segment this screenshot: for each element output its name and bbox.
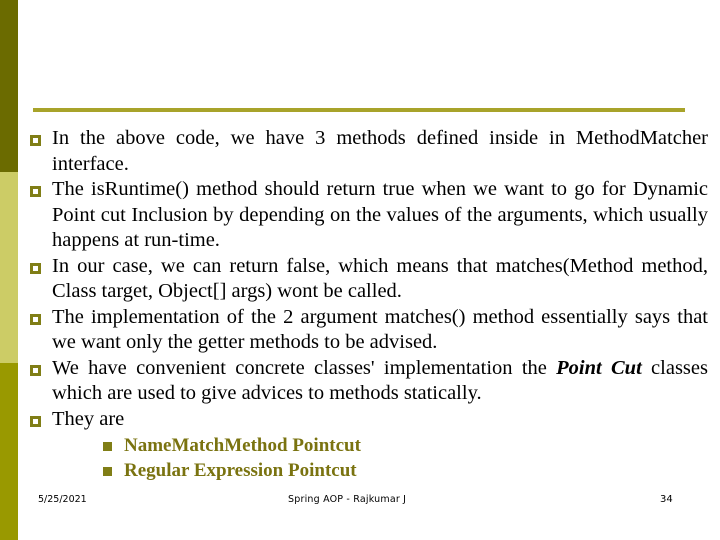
bullet-5-emphasis-text: Point Cut: [556, 356, 642, 379]
title-divider-rule: [33, 108, 685, 112]
slide-body: In the above code, we have 3 methods def…: [30, 126, 708, 483]
filled-square-bullet-icon: [103, 467, 112, 476]
bullet-item-4: The implementation of the 2 argument mat…: [30, 305, 708, 356]
sub-bullet-text-1: NameMatchMethod Pointcut: [124, 435, 361, 456]
footer-page-number: 34: [660, 494, 673, 505]
bullet-5-lead-text: We have convenient concrete classes' imp…: [52, 356, 557, 379]
sub-bullet-item-1: NameMatchMethod Pointcut: [103, 433, 708, 458]
slide-canvas: In the above code, we have 3 methods def…: [0, 0, 720, 540]
sidebar-band-bottom: [0, 363, 18, 540]
square-bullet-icon: [30, 186, 41, 197]
bullet-item-2: The isRuntime() method should return tru…: [30, 177, 708, 254]
sub-bullet-text-2: Regular Expression Pointcut: [124, 460, 357, 481]
square-bullet-icon: [30, 415, 41, 427]
sidebar-band-top: [0, 0, 18, 172]
bullet-text-5: We have convenient concrete classes' imp…: [52, 356, 708, 407]
sub-bullet-list: NameMatchMethod Pointcut Regular Express…: [30, 433, 708, 483]
bullet-item-6: They are: [30, 407, 708, 433]
footer-date: 5/25/2021: [38, 494, 87, 505]
square-bullet-icon: [30, 262, 41, 274]
footer-title: Spring AOP - Rajkumar J: [288, 494, 407, 505]
square-bullet-icon: [30, 313, 41, 325]
bullet-text-2: The isRuntime() method should return tru…: [52, 178, 708, 251]
bullet-item-1: In the above code, we have 3 methods def…: [30, 126, 708, 177]
filled-square-bullet-icon: [103, 442, 112, 451]
sidebar-decoration: [0, 0, 18, 540]
bullet-item-5: We have convenient concrete classes' imp…: [30, 356, 708, 407]
bullet-text-3: In our case, we can return false, which …: [52, 254, 708, 303]
sidebar-band-middle: [0, 172, 18, 363]
sub-bullet-item-2: Regular Expression Pointcut: [103, 458, 708, 483]
bullet-item-3: In our case, we can return false, which …: [30, 254, 708, 305]
square-bullet-icon: [30, 135, 41, 146]
bullet-text-6: They are: [52, 407, 125, 430]
bullet-text-4: The implementation of the 2 argument mat…: [52, 305, 708, 354]
square-bullet-icon: [30, 364, 41, 376]
bullet-text-1: In the above code, we have 3 methods def…: [52, 127, 708, 175]
slide-footer: 5/25/2021 Spring AOP - Rajkumar J 34: [0, 494, 720, 510]
